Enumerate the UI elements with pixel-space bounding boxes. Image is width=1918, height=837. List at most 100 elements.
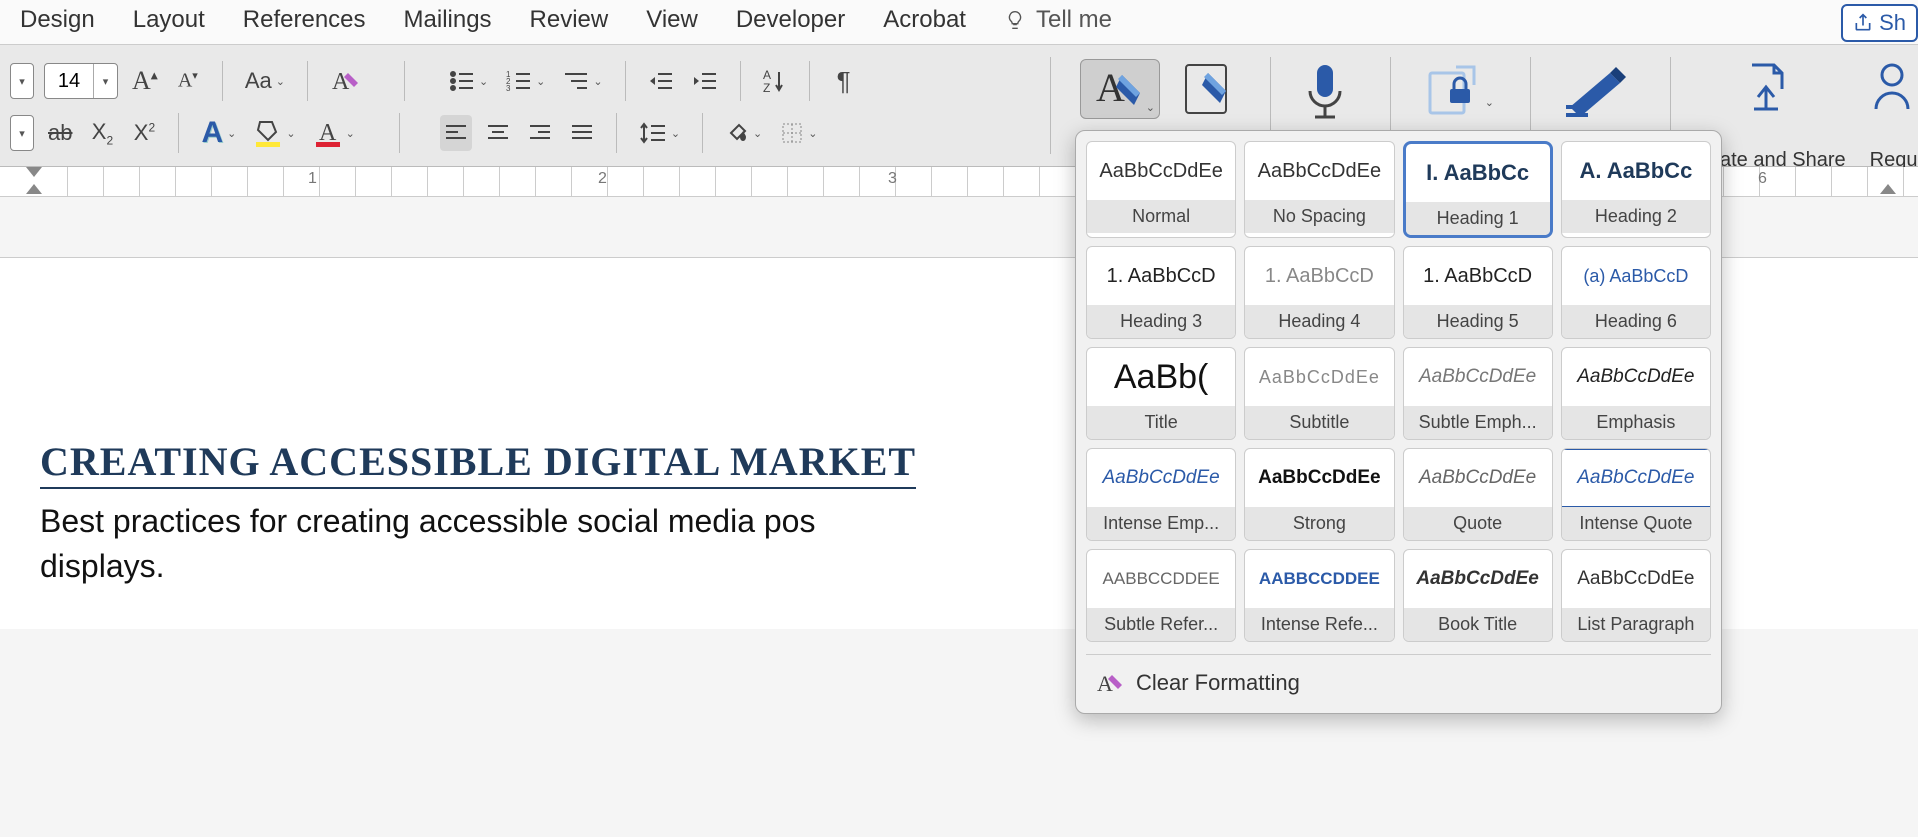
text-effects-button[interactable]: A⌄ xyxy=(197,115,240,151)
clear-format-icon: A xyxy=(330,67,360,95)
style-heading-1[interactable]: I. AaBbCcHeading 1 xyxy=(1403,141,1553,238)
clear-formatting-button[interactable]: A xyxy=(326,63,364,99)
svg-text:A: A xyxy=(763,68,771,82)
style-list-paragraph[interactable]: AaBbCcDdEeList Paragraph xyxy=(1561,549,1711,642)
style-label: Subtitle xyxy=(1245,406,1393,439)
request-signatures-button[interactable] xyxy=(1870,59,1918,115)
menu-review[interactable]: Review xyxy=(530,6,609,34)
styles-gallery-button[interactable]: A ⌄ xyxy=(1080,59,1160,119)
separator xyxy=(1050,57,1051,154)
increase-indent-button[interactable] xyxy=(688,63,722,99)
style-label: Heading 1 xyxy=(1406,202,1550,235)
style-label: Heading 6 xyxy=(1562,305,1710,338)
style-label: List Paragraph xyxy=(1562,608,1710,641)
menu-view[interactable]: View xyxy=(646,6,698,34)
align-left-button[interactable] xyxy=(440,115,472,151)
style-heading-5[interactable]: 1. AaBbCcDHeading 5 xyxy=(1403,246,1553,339)
style-label: Title xyxy=(1087,406,1235,439)
menu-acrobat[interactable]: Acrobat xyxy=(883,6,966,34)
style-intense-quote[interactable]: AaBbCcDdEeIntense Quote xyxy=(1561,448,1711,541)
style-label: Heading 3 xyxy=(1087,305,1235,338)
style-book-title[interactable]: AaBbCcDdEeBook Title xyxy=(1403,549,1553,642)
line-spacing-button[interactable]: ⌄ xyxy=(635,115,684,151)
increase-font-button[interactable]: A▴ xyxy=(128,63,162,99)
style-preview: AaBbCcDdEe xyxy=(1087,449,1235,507)
font-color-button[interactable]: A⌄ xyxy=(310,115,359,151)
create-share-pdf-button[interactable] xyxy=(1740,59,1790,115)
style-preview: 1. AaBbCcD xyxy=(1245,247,1393,305)
strikethrough-button[interactable]: ab xyxy=(44,115,76,151)
subscript-button[interactable]: X2 xyxy=(86,115,118,151)
menu-developer[interactable]: Developer xyxy=(736,6,845,34)
decrease-font-button[interactable]: A▾ xyxy=(172,63,204,99)
numbering-button[interactable]: 123⌄ xyxy=(502,63,549,99)
menu-references[interactable]: References xyxy=(243,6,366,34)
font-name-dropdown[interactable]: ▾ xyxy=(10,63,34,99)
style-subtitle[interactable]: AaBbCcDdEeSubtitle xyxy=(1244,347,1394,440)
ruler-number: 3 xyxy=(888,170,897,188)
font-size-combo[interactable]: ▾ xyxy=(44,63,118,99)
paint-bucket-icon xyxy=(725,121,749,145)
bullets-button[interactable]: ⌄ xyxy=(445,63,492,99)
style-emphasis[interactable]: AaBbCcDdEeEmphasis xyxy=(1561,347,1711,440)
chevron-down-icon[interactable]: ▾ xyxy=(93,64,117,98)
font-size-input[interactable] xyxy=(45,70,93,93)
style-quote[interactable]: AaBbCcDdEeQuote xyxy=(1403,448,1553,541)
style-label: Normal xyxy=(1087,200,1235,233)
font-color-icon: A xyxy=(314,118,342,148)
decrease-indent-button[interactable] xyxy=(644,63,678,99)
menu-layout[interactable]: Layout xyxy=(133,6,205,34)
style-heading-3[interactable]: 1. AaBbCcDHeading 3 xyxy=(1086,246,1236,339)
change-case-button[interactable]: Aa⌄ xyxy=(241,63,289,99)
share-button[interactable]: Sh xyxy=(1841,4,1918,42)
align-center-button[interactable] xyxy=(482,115,514,151)
superscript-button[interactable]: X2 xyxy=(128,115,160,151)
dictate-button[interactable] xyxy=(1300,59,1350,129)
justify-icon xyxy=(570,123,594,143)
show-marks-button[interactable]: ¶ xyxy=(828,63,860,99)
svg-text:A: A xyxy=(1097,671,1113,696)
outdent-icon xyxy=(648,70,674,92)
style-no-spacing[interactable]: AaBbCcDdEeNo Spacing xyxy=(1244,141,1394,238)
style-label: Subtle Emph... xyxy=(1404,406,1552,439)
style-preview: AaBbCcDdEe xyxy=(1404,348,1552,406)
ruler-number: 2 xyxy=(598,170,607,188)
clear-formatting-item[interactable]: A Clear Formatting xyxy=(1086,654,1711,703)
style-heading-4[interactable]: 1. AaBbCcDHeading 4 xyxy=(1244,246,1394,339)
justify-button[interactable] xyxy=(566,115,598,151)
highlight-button[interactable]: ⌄ xyxy=(250,115,299,151)
font-style-dropdown[interactable]: ▾ xyxy=(10,115,34,151)
editor-button[interactable] xyxy=(1560,59,1630,119)
style-subtle-refer-[interactable]: AABBCCDDEESubtle Refer... xyxy=(1086,549,1236,642)
right-indent-marker[interactable] xyxy=(1880,184,1896,194)
sensitivity-button[interactable]: ⌄ xyxy=(1420,59,1484,119)
style-preview: AABBCCDDEE xyxy=(1087,550,1235,608)
style-subtle-emph-[interactable]: AaBbCcDdEeSubtle Emph... xyxy=(1403,347,1553,440)
align-left-icon xyxy=(444,123,468,143)
first-line-indent-marker[interactable] xyxy=(26,167,42,177)
style-normal[interactable]: AaBbCcDdEeNormal xyxy=(1086,141,1236,238)
styles-pane-button[interactable] xyxy=(1180,59,1240,119)
menu-design[interactable]: Design xyxy=(20,6,95,34)
sort-button[interactable]: AZ xyxy=(759,63,791,99)
style-intense-emp-[interactable]: AaBbCcDdEeIntense Emp... xyxy=(1086,448,1236,541)
style-heading-6[interactable]: (a) AaBbCcDHeading 6 xyxy=(1561,246,1711,339)
document-heading[interactable]: CREATING ACCESSIBLE DIGITAL MARKET xyxy=(40,438,916,489)
style-title[interactable]: AaBb(Title xyxy=(1086,347,1236,440)
styles-pane-icon xyxy=(1180,59,1240,119)
align-right-button[interactable] xyxy=(524,115,556,151)
borders-button[interactable]: ⌄ xyxy=(776,115,821,151)
style-preview: I. AaBbCc xyxy=(1406,144,1550,202)
style-intense-refe-[interactable]: AABBCCDDEEIntense Refe... xyxy=(1244,549,1394,642)
menu-mailings[interactable]: Mailings xyxy=(404,6,492,34)
lightbulb-icon xyxy=(1004,9,1026,31)
shading-button[interactable]: ⌄ xyxy=(721,115,766,151)
multilevel-list-button[interactable]: ⌄ xyxy=(559,63,606,99)
style-heading-2[interactable]: A. AaBbCcHeading 2 xyxy=(1561,141,1711,238)
style-strong[interactable]: AaBbCcDdEeStrong xyxy=(1244,448,1394,541)
separator xyxy=(616,113,617,153)
tell-me-search[interactable]: Tell me xyxy=(1004,6,1112,34)
numbering-icon: 123 xyxy=(506,70,532,92)
bullets-icon xyxy=(449,70,475,92)
hanging-indent-marker[interactable] xyxy=(26,184,42,194)
